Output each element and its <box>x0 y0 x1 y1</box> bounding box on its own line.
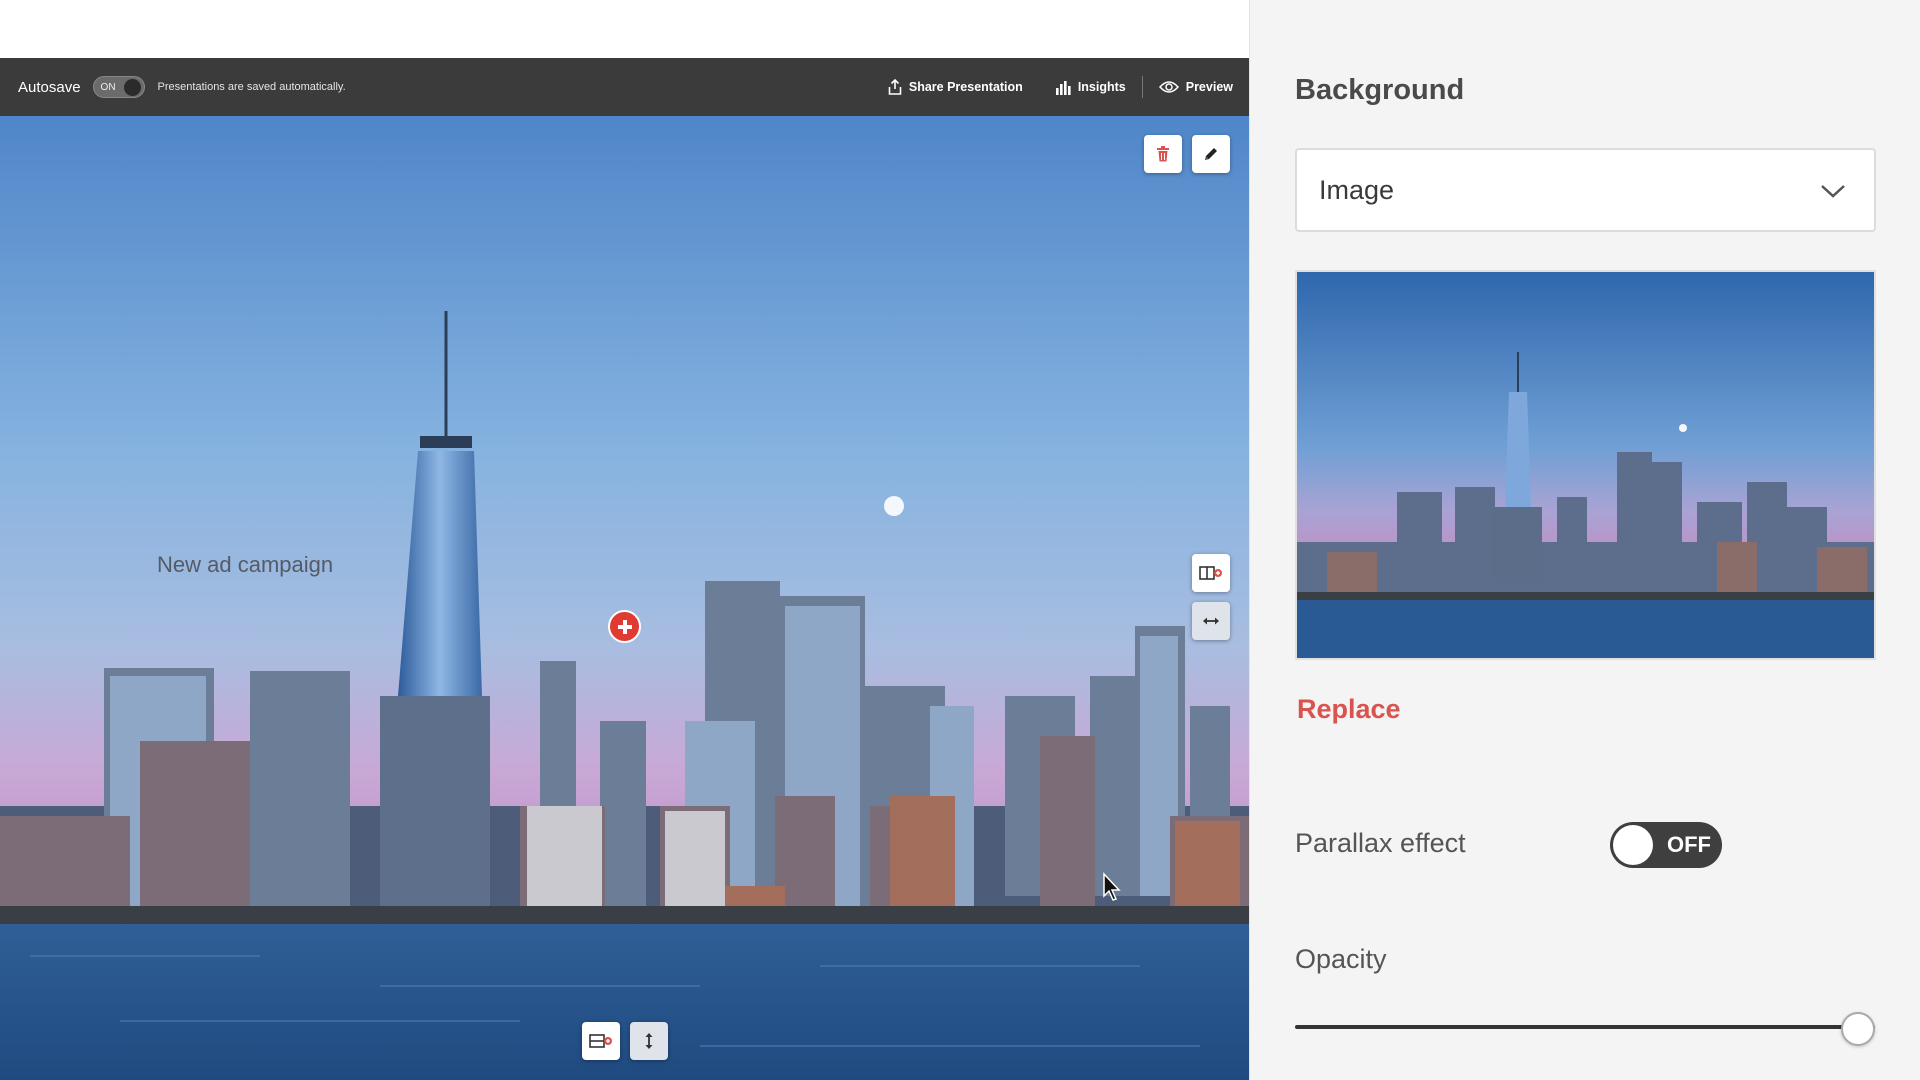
city-skyline-background-image <box>0 116 1249 1080</box>
toggle-knob <box>1613 825 1653 865</box>
opacity-slider[interactable] <box>1295 1012 1875 1046</box>
city-skyline-thumbnail <box>1297 272 1874 658</box>
add-section-bottom-button[interactable] <box>582 1022 620 1060</box>
eye-icon <box>1158 81 1179 93</box>
autosave-note: Presentations are saved automatically. <box>157 81 346 93</box>
plus-icon <box>617 619 632 634</box>
resize-vertical-icon <box>645 1033 653 1049</box>
share-presentation-button[interactable]: Share Presentation <box>872 58 1039 116</box>
autosave-toggle-state: ON <box>100 81 116 93</box>
bar-chart-icon <box>1055 80 1071 95</box>
background-settings-panel: Background Image Replace Parallax effect… <box>1249 0 1920 1080</box>
opacity-slider-track <box>1295 1025 1875 1029</box>
preview-label: Preview <box>1185 80 1233 94</box>
background-type-value: Image <box>1319 174 1395 205</box>
chevron-down-icon <box>1821 185 1845 198</box>
background-type-select[interactable]: Image <box>1295 148 1876 232</box>
editor-toolbar: Autosave ON Presentations are saved auto… <box>0 58 1249 116</box>
editor-area: Autosave ON Presentations are saved auto… <box>0 0 1249 1080</box>
parallax-effect-toggle[interactable]: OFF <box>1610 822 1722 868</box>
replace-image-link[interactable]: Replace <box>1297 694 1401 725</box>
insights-label: Insights <box>1077 80 1126 94</box>
mouse-cursor-icon <box>1103 872 1121 901</box>
share-icon <box>888 79 902 95</box>
parallax-effect-label: Parallax effect <box>1295 828 1466 858</box>
add-section-icon <box>589 1034 612 1048</box>
toolbar-actions: Share Presentation Insights Preview <box>872 58 1249 116</box>
pencil-icon <box>1205 148 1217 160</box>
add-section-icon <box>1199 566 1222 580</box>
parallax-toggle-state: OFF <box>1667 832 1711 857</box>
delete-slide-button[interactable] <box>1144 135 1182 173</box>
opacity-slider-thumb[interactable] <box>1841 1012 1875 1046</box>
background-image-preview[interactable] <box>1295 270 1876 660</box>
preview-button[interactable]: Preview <box>1143 58 1249 116</box>
toggle-knob <box>123 79 141 96</box>
add-section-side-button[interactable] <box>1192 554 1230 592</box>
autosave-label: Autosave <box>18 78 81 96</box>
opacity-label: Opacity <box>1295 944 1387 974</box>
panel-title: Background <box>1295 74 1465 106</box>
share-presentation-label: Share Presentation <box>908 80 1023 94</box>
edit-slide-button[interactable] <box>1192 135 1230 173</box>
insights-button[interactable]: Insights <box>1039 58 1142 116</box>
resize-horizontal-icon <box>1203 617 1219 625</box>
trash-icon <box>1157 146 1169 162</box>
add-element-button[interactable] <box>608 610 641 643</box>
slide-canvas[interactable]: New ad campaign <box>0 116 1249 1080</box>
resize-height-button[interactable] <box>630 1022 668 1060</box>
autosave-toggle[interactable]: ON <box>92 76 145 98</box>
slide-title-text[interactable]: New ad campaign <box>157 552 333 578</box>
resize-width-button[interactable] <box>1192 602 1230 640</box>
